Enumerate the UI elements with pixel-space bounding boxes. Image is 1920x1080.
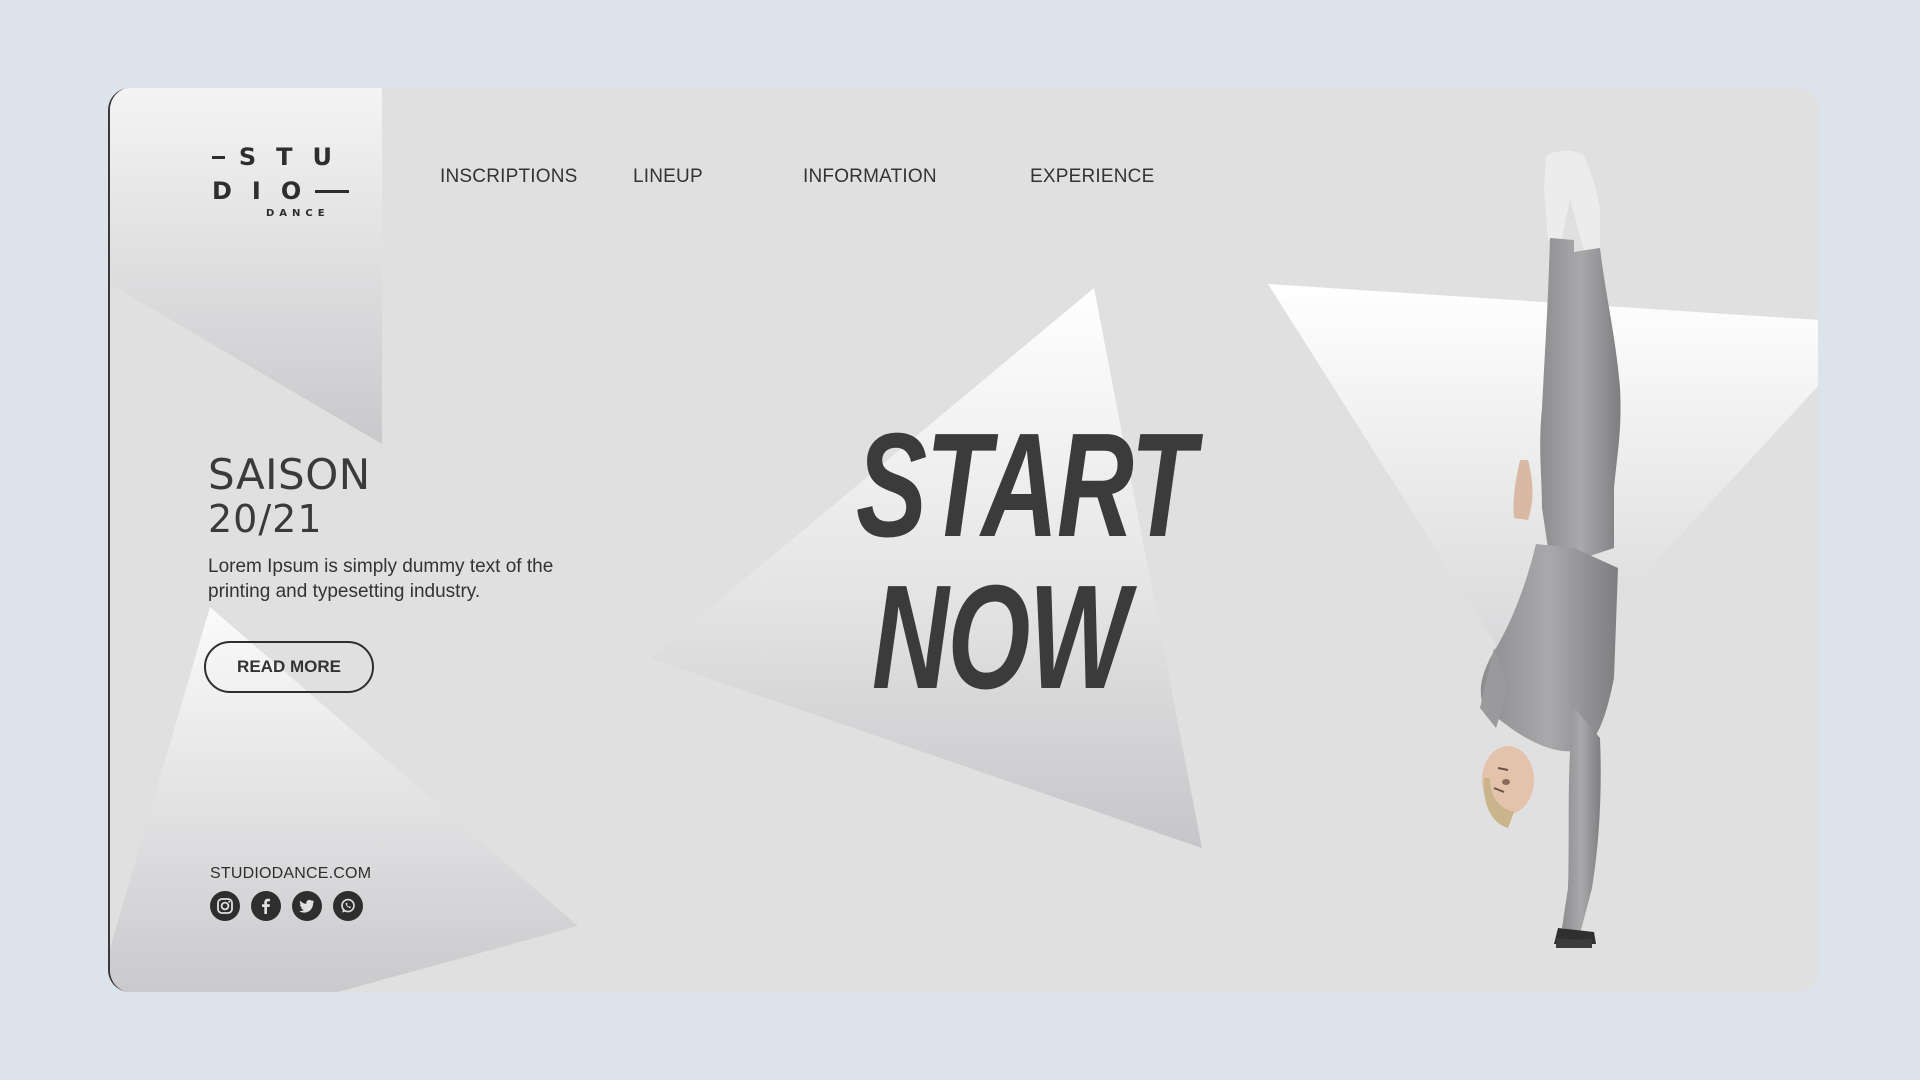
hero-description: Lorem Ipsum is simply dummy text of the … [208, 556, 554, 602]
hero-headline: START NOW [856, 403, 1196, 720]
main-nav: INSCRIPTIONS LINEUP INFORMATION EXPERIEN… [110, 166, 1310, 196]
logo-subtitle: DANCE [266, 208, 330, 219]
nav-item-information[interactable]: INFORMATION [803, 166, 937, 188]
landing-card: STU DIO DANCE INSCRIPTIONS LINEUP INFORM… [108, 88, 1818, 992]
headline-line-1: START [856, 403, 1196, 568]
season-title: SAISON [208, 450, 371, 499]
twitter-icon[interactable] [292, 891, 322, 921]
read-more-button[interactable]: READ MORE [204, 641, 374, 693]
facebook-icon[interactable] [251, 891, 281, 921]
whatsapp-icon[interactable] [333, 891, 363, 921]
headline-line-2: NOW [871, 555, 1130, 720]
nav-item-inscriptions[interactable]: INSCRIPTIONS [440, 166, 578, 188]
website-link[interactable]: STUDIODANCE.COM [210, 865, 371, 883]
nav-item-experience[interactable]: EXPERIENCE [1030, 166, 1154, 188]
instagram-icon[interactable] [210, 891, 240, 921]
nav-item-lineup[interactable]: LINEUP [633, 166, 703, 188]
season-heading: SAISON 20/21 [208, 450, 371, 542]
dancer-handstand-image [1480, 150, 1621, 948]
season-years: 20/21 [208, 497, 323, 541]
social-links [210, 891, 363, 921]
